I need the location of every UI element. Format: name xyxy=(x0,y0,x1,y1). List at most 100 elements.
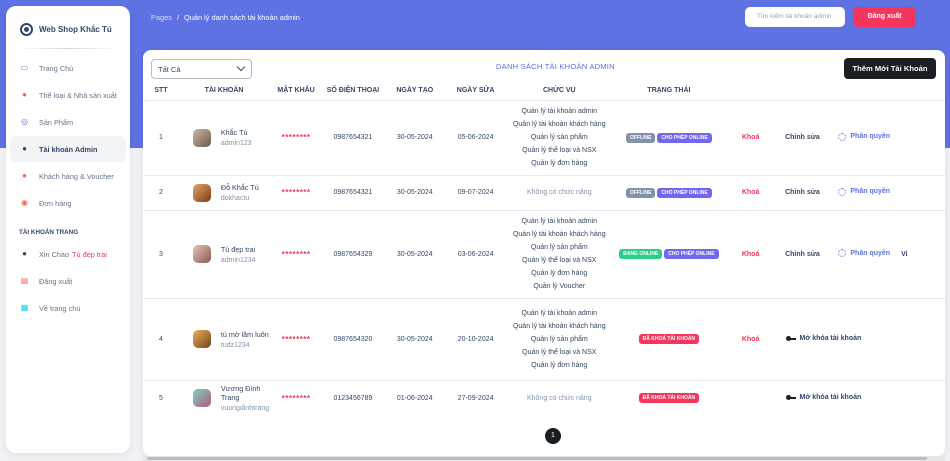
avatar xyxy=(192,389,211,408)
row-stt: 2 xyxy=(143,174,179,210)
avatar xyxy=(192,183,211,202)
status-badge: ĐÃ KHOÁ TÀI KHOẢN xyxy=(638,393,700,404)
breadcrumb-separator: / xyxy=(176,13,180,22)
table-row: 1 Khắc Tú admin123 ******** 0987654321 3… xyxy=(143,99,945,175)
order-icon: ◉ xyxy=(21,198,28,207)
lock-button[interactable]: Khoá xyxy=(742,134,760,141)
sidebar-item-greeting[interactable]: ● Xin Chào Tú đẹp trai xyxy=(10,241,126,267)
updated-date: 09-07-2024 xyxy=(446,174,505,210)
permission-button[interactable]: Phân quyền xyxy=(838,249,890,257)
horizontal-scrollbar[interactable] xyxy=(143,456,945,461)
role-item: Quản lý sản phẩm xyxy=(530,134,588,141)
status-badge: CHO PHÉP ONLINE xyxy=(657,132,712,143)
status-badge: OFFLINE xyxy=(626,132,656,143)
sidebar-item-orders[interactable]: ◉ Đơn hàng xyxy=(10,190,126,216)
password-mask: ******** xyxy=(269,99,324,175)
role-item: Quản lý tài khoản khách hàng xyxy=(512,322,606,330)
password-mask: ******** xyxy=(269,297,324,380)
user-icon: ● xyxy=(22,249,27,258)
phone: 0123456789 xyxy=(323,379,383,416)
role-item: Quản lý sản phẩm xyxy=(530,335,588,343)
user-name: Tú đẹp trai xyxy=(72,249,107,259)
brand-name: Web Shop Khắc Tú xyxy=(39,24,112,34)
status-badge: OFFLINE xyxy=(626,187,656,198)
logout-button[interactable]: Đăng xuất xyxy=(853,7,916,27)
pagination-current-page[interactable]: 1 xyxy=(545,428,561,444)
permission-label: Phân quyền xyxy=(850,188,891,195)
user-name: Vương Đình Trang xyxy=(220,384,261,403)
sidebar-item-label: Tài khoản Admin xyxy=(39,144,98,154)
phone: 0987654321 xyxy=(323,174,383,210)
no-roles: Không có chức năng xyxy=(504,379,615,416)
sidebar-item-label: Xin Chào xyxy=(39,249,70,259)
sidebar-item-products[interactable]: ◎ Sản Phẩm xyxy=(10,109,126,135)
user-name: Đỗ Khắc Tú xyxy=(220,183,259,192)
key-icon xyxy=(785,336,796,341)
sidebar-item-category[interactable]: ● Thể loại & Nhà sản xuất xyxy=(10,82,126,108)
permission-button[interactable]: Phân quyền xyxy=(838,132,891,141)
lock-button[interactable]: Khoá xyxy=(742,251,760,258)
lock-button[interactable]: Khoá xyxy=(742,189,760,196)
col-updated: NGÀY SỬA xyxy=(456,87,495,95)
user-account: admin123 xyxy=(220,140,252,147)
sidebar: Web Shop Khắc Tú ▭ Trang Chủ ● Thể loại … xyxy=(6,6,130,453)
breadcrumb-current: Quản lý danh sách tài khoản admin xyxy=(184,13,300,22)
sidebar-item-admin-accounts[interactable]: ● Tài khoản Admin xyxy=(10,136,126,162)
role-item: Quản lý tài khoản admin xyxy=(521,218,598,225)
table-row: 3 Tú đẹp trai admin1234 ******** 0987654… xyxy=(143,209,945,298)
search-input[interactable]: Tìm kiếm tài khoản admin xyxy=(745,7,845,27)
no-roles: Không có chức năng xyxy=(504,174,615,210)
role-item: Quản lý thể loại và NSX xyxy=(522,147,597,154)
col-created: NGÀY TẠO xyxy=(396,87,434,95)
gear-icon xyxy=(838,187,847,196)
view-button[interactable]: Vi xyxy=(901,209,945,298)
col-account: TÀI KHOẢN xyxy=(204,87,244,95)
edit-button[interactable]: Chỉnh sửa xyxy=(785,189,820,196)
sidebar-item-home-page[interactable]: ▦ Về trang chủ xyxy=(10,295,126,321)
unlock-label: Mở khóa tài khoản xyxy=(799,335,862,342)
unlock-account-button[interactable]: Mở khóa tài khoản xyxy=(785,394,862,402)
edit-button[interactable]: Chỉnh sửa xyxy=(785,134,820,141)
admin-table: STT TÀI KHOẢN MẬT KHẨU SỐ ĐIỆN THOẠI NGÀ… xyxy=(143,82,945,416)
avatar xyxy=(192,330,211,348)
unlock-account-button[interactable]: Mở khóa tài khoản xyxy=(785,335,862,342)
role-item: Quản lý sản phẩm xyxy=(530,244,588,251)
user-cell: Tú đẹp trai admin1234 xyxy=(179,245,269,264)
brand[interactable]: Web Shop Khắc Tú xyxy=(6,6,130,40)
key-icon xyxy=(785,395,796,401)
globe-icon: ◎ xyxy=(21,117,28,126)
edit-button[interactable]: Chỉnh sửa xyxy=(785,251,820,258)
unlock-label: Mở khóa tài khoản xyxy=(799,394,862,402)
col-status: TRẠNG THÁI xyxy=(647,87,691,95)
row-stt: 3 xyxy=(143,209,179,298)
created-date: 30-05-2024 xyxy=(382,209,447,298)
status-filter-select[interactable]: Tất Cả xyxy=(151,59,252,79)
col-phone: SỐ ĐIỆN THOẠI xyxy=(326,87,380,95)
permission-label: Phân quyền xyxy=(850,133,891,140)
filter-value: Tất Cả xyxy=(158,65,181,74)
permission-button[interactable]: Phân quyền xyxy=(838,187,891,196)
role-item: Quản lý thể loại và NSX xyxy=(522,257,597,264)
sidebar-item-logout[interactable]: ▤ Đăng xuất xyxy=(10,268,126,294)
phone: 0987654321 xyxy=(323,99,383,175)
updated-date: 27-09-2024 xyxy=(446,379,505,416)
sidebar-item-customers[interactable]: ● Khách hàng & Voucher xyxy=(10,163,126,189)
phone: 0987654329 xyxy=(323,209,383,298)
row-stt: 1 xyxy=(143,99,179,175)
tv-icon: ▭ xyxy=(20,63,29,72)
add-account-button[interactable]: Thêm Mới Tài Khoản xyxy=(844,58,936,79)
user-account: tudz1234 xyxy=(220,341,250,349)
role-item: Quản lý đơn hàng xyxy=(531,361,588,369)
col-roles: CHỨC VỤ xyxy=(542,87,576,95)
created-date: 30-05-2024 xyxy=(382,99,447,175)
breadcrumb-root[interactable]: Pages xyxy=(151,13,172,22)
scrollbar-thumb[interactable] xyxy=(147,457,927,460)
row-stt: 4 xyxy=(143,297,179,380)
password-mask: ******** xyxy=(269,379,324,416)
lock-button[interactable]: Khoá xyxy=(742,336,760,343)
user-cell: Đỗ Khắc Tú dokhactu xyxy=(179,183,269,202)
role-item: Quản lý đơn hàng xyxy=(531,160,588,167)
sidebar-item-label: Đơn hàng xyxy=(39,198,72,208)
role-item: Quản lý tài khoản admin xyxy=(521,309,598,317)
sidebar-item-home[interactable]: ▭ Trang Chủ xyxy=(10,55,126,81)
